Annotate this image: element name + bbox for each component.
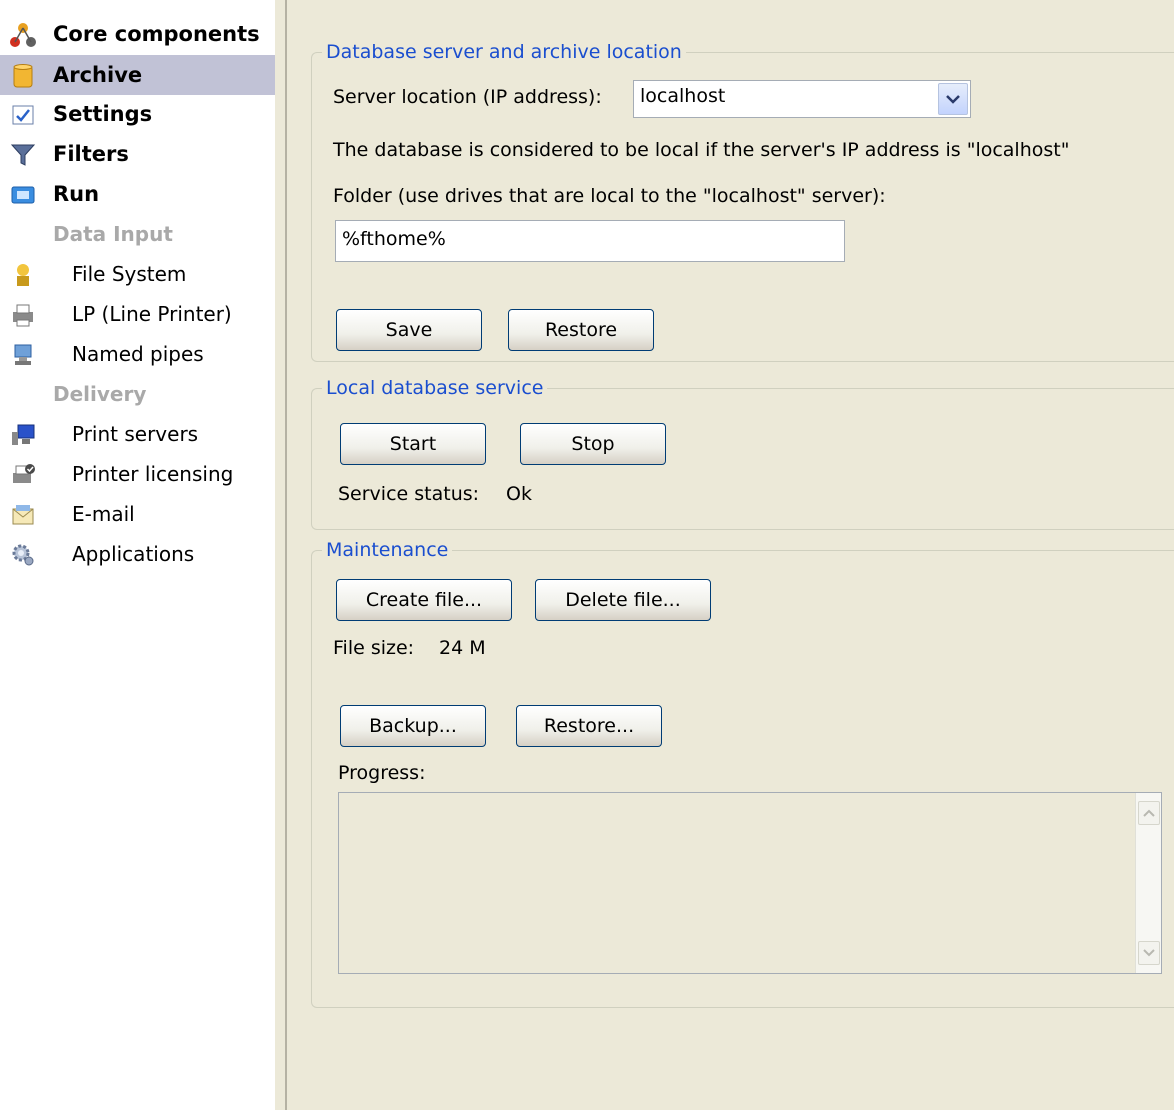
core-components-icon bbox=[10, 22, 36, 48]
stop-button-label: Stop bbox=[571, 433, 615, 455]
line-printer-icon bbox=[10, 302, 36, 328]
server-location-combo[interactable]: localhost bbox=[633, 80, 971, 118]
save-button-label: Save bbox=[385, 319, 433, 341]
delete-file-button[interactable]: Delete file... bbox=[535, 579, 711, 621]
progress-label: Progress: bbox=[338, 762, 426, 784]
service-status-label: Service status: bbox=[338, 483, 480, 505]
service-status-value: Ok bbox=[506, 483, 532, 505]
group-title: Local database service bbox=[322, 377, 548, 399]
backup-button-label: Backup... bbox=[369, 715, 457, 737]
file-system-icon bbox=[10, 262, 36, 288]
run-icon bbox=[10, 182, 36, 208]
server-location-value: localhost bbox=[640, 85, 726, 107]
create-file-label: Create file... bbox=[365, 589, 483, 611]
sidebar-item-print-servers[interactable]: Print servers bbox=[0, 414, 275, 454]
sidebar-item-printer-licensing[interactable]: Printer licensing bbox=[0, 454, 275, 494]
scroll-up-button[interactable] bbox=[1138, 801, 1160, 825]
start-button[interactable]: Start bbox=[340, 423, 486, 465]
restore-backup-button[interactable]: Restore... bbox=[516, 705, 662, 747]
database-local-info: The database is considered to be local i… bbox=[333, 139, 1070, 161]
sidebar-item-line-printer[interactable]: LP (Line Printer) bbox=[0, 294, 275, 334]
sidebar-item-archive[interactable]: Archive bbox=[0, 55, 275, 95]
email-icon bbox=[10, 502, 36, 528]
server-location-label: Server location (IP address): bbox=[333, 86, 602, 108]
backup-button[interactable]: Backup... bbox=[340, 705, 486, 747]
sidebar-item-label: LP (Line Printer) bbox=[72, 302, 232, 326]
sidebar-item-label: Printer licensing bbox=[72, 462, 234, 486]
save-button[interactable]: Save bbox=[336, 309, 482, 351]
sidebar-item-label: Applications bbox=[72, 542, 195, 566]
group-title: Database server and archive location bbox=[322, 41, 686, 63]
delivery-heading: Delivery bbox=[53, 382, 147, 406]
settings-icon bbox=[10, 102, 36, 128]
restore-location-button[interactable]: Restore bbox=[508, 309, 654, 351]
archive-icon bbox=[10, 63, 36, 89]
scroll-down-button[interactable] bbox=[1138, 941, 1160, 965]
filter-icon bbox=[10, 142, 36, 168]
pane-splitter[interactable] bbox=[275, 0, 287, 1110]
main-panel: Database server and archive location Ser… bbox=[287, 0, 1174, 1110]
sidebar-item-file-system[interactable]: File System bbox=[0, 254, 275, 294]
sidebar-item-filters[interactable]: Filters bbox=[0, 134, 275, 174]
sidebar: Core components Archive Settings Filters… bbox=[0, 0, 275, 1110]
vertical-scrollbar[interactable] bbox=[1135, 793, 1161, 973]
sidebar-item-named-pipes[interactable]: Named pipes bbox=[0, 334, 275, 374]
sidebar-item-label: Archive bbox=[53, 63, 143, 87]
data-input-heading: Data Input bbox=[53, 222, 173, 246]
printer-licensing-icon bbox=[10, 462, 36, 488]
group-title: Maintenance bbox=[322, 539, 453, 561]
named-pipes-icon bbox=[10, 342, 36, 368]
sidebar-item-label: Named pipes bbox=[72, 342, 204, 366]
folder-input[interactable]: %fthome% bbox=[335, 220, 845, 262]
sidebar-item-label: Settings bbox=[53, 102, 153, 126]
chevron-down-icon bbox=[1143, 949, 1155, 957]
start-button-label: Start bbox=[389, 433, 437, 455]
sidebar-item-label: Run bbox=[53, 182, 100, 206]
sidebar-item-email[interactable]: E-mail bbox=[0, 494, 275, 534]
dropdown-button[interactable] bbox=[938, 83, 968, 115]
applications-icon bbox=[10, 542, 36, 568]
sidebar-item-settings[interactable]: Settings bbox=[0, 94, 275, 134]
sidebar-item-label: Core components bbox=[53, 22, 260, 46]
file-size-label: File size: bbox=[333, 637, 415, 659]
create-file-button[interactable]: Create file... bbox=[336, 579, 512, 621]
restore-button-label: Restore bbox=[544, 319, 618, 341]
delete-file-label: Delete file... bbox=[565, 589, 681, 611]
chevron-up-icon bbox=[1143, 809, 1155, 817]
sidebar-item-run[interactable]: Run bbox=[0, 174, 275, 214]
file-size-value: 24 M bbox=[439, 637, 486, 659]
chevron-down-icon bbox=[946, 95, 960, 104]
progress-log[interactable] bbox=[338, 792, 1162, 974]
sidebar-item-label: Filters bbox=[53, 142, 129, 166]
sidebar-item-label: File System bbox=[72, 262, 187, 286]
sidebar-item-applications[interactable]: Applications bbox=[0, 534, 275, 574]
sidebar-item-label: Print servers bbox=[72, 422, 199, 446]
sidebar-item-label: E-mail bbox=[72, 502, 135, 526]
restore-backup-label: Restore... bbox=[543, 715, 635, 737]
folder-label: Folder (use drives that are local to the… bbox=[333, 185, 886, 207]
print-server-icon bbox=[10, 422, 36, 448]
sidebar-item-core-components[interactable]: Core components bbox=[0, 14, 275, 54]
stop-button[interactable]: Stop bbox=[520, 423, 666, 465]
